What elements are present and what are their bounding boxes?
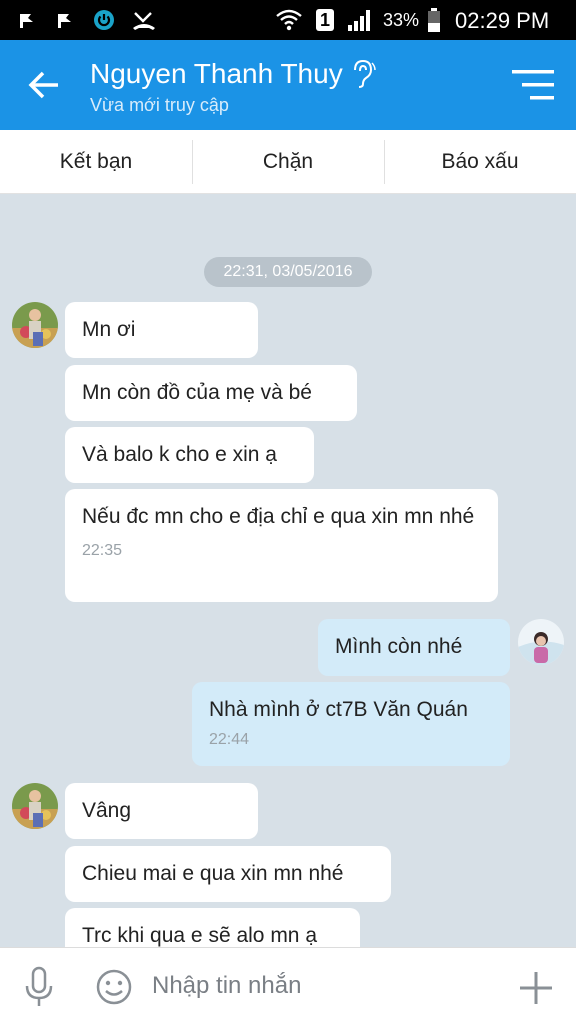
- message-bubble-incoming[interactable]: Mn còn đồ của mẹ và bé: [65, 365, 357, 421]
- message-text: Nhà mình ở ct7B Văn Quán: [209, 698, 468, 721]
- status-bar: 1 33% 02:29 PM: [0, 0, 576, 40]
- battery-percent: 33%: [383, 10, 420, 30]
- battery-icon: [426, 8, 442, 32]
- message-text: Nếu đc mn cho e địa chỉ e qua xin mn nhé: [82, 505, 475, 528]
- message-bubble-outgoing[interactable]: Mình còn nhé: [318, 619, 510, 676]
- message-list[interactable]: 22:31, 03/05/2016 Mn ơi Mn còn đồ của mẹ…: [0, 195, 576, 947]
- menu-button[interactable]: [512, 68, 558, 102]
- message-bubble-incoming[interactable]: Mn ơi: [65, 302, 258, 358]
- signal-icon: [346, 8, 374, 32]
- plus-icon: [520, 972, 552, 1004]
- clock: 02:29 PM: [455, 8, 550, 33]
- message-bubble-incoming[interactable]: Chieu mai e qua xin mn nhé: [65, 846, 391, 902]
- user-avatar[interactable]: [518, 619, 564, 665]
- power-icon: [91, 8, 117, 32]
- message-input[interactable]: [152, 962, 482, 1010]
- add-friend-button[interactable]: Kết bạn: [0, 130, 192, 193]
- missed-call-icon: [130, 8, 158, 32]
- message-text: Vâng: [82, 799, 132, 822]
- date-badge: 22:31, 03/05/2016: [204, 257, 372, 287]
- wifi-icon: [274, 8, 304, 32]
- report-button[interactable]: Báo xấu: [384, 130, 576, 193]
- message-time: 22:35: [82, 542, 123, 559]
- last-seen-status: Vừa mới truy cập: [90, 95, 229, 115]
- contact-actions: Kết bạn Chặn Báo xấu: [0, 130, 576, 194]
- microphone-button[interactable]: [22, 966, 56, 1008]
- message-composer: [0, 947, 576, 1024]
- sim-slot-label: 1: [319, 10, 330, 30]
- emoji-button[interactable]: [95, 968, 133, 1006]
- message-text: Mình còn nhé: [335, 635, 463, 658]
- message-bubble-incoming[interactable]: Nếu đc mn cho e địa chỉ e qua xin mn nhé…: [65, 489, 498, 602]
- message-text: Chieu mai e qua xin mn nhé: [82, 862, 344, 885]
- message-bubble-incoming[interactable]: Và balo k cho e xin ạ: [65, 427, 314, 483]
- message-text: Và balo k cho e xin ạ: [82, 443, 277, 466]
- message-text: Mn ơi: [82, 318, 136, 341]
- menu-icon: [512, 70, 554, 100]
- emoji-icon: [96, 969, 132, 1005]
- message-text: Mn còn đồ của mẹ và bé: [82, 381, 312, 404]
- notification-icon: [54, 8, 76, 32]
- message-text: Trc khi qua e sẽ alo mn ạ: [82, 924, 317, 947]
- block-button[interactable]: Chặn: [192, 130, 384, 193]
- message-bubble-incoming[interactable]: Vâng: [65, 783, 258, 839]
- ear-icon: [350, 58, 376, 88]
- attach-button[interactable]: [516, 968, 556, 1008]
- microphone-icon: [25, 966, 53, 1006]
- app-bar: Nguyen Thanh Thuy Vừa mới truy cập: [0, 40, 576, 130]
- notification-icon: [16, 8, 38, 32]
- message-bubble-outgoing[interactable]: Nhà mình ở ct7B Văn Quán 22:44: [192, 682, 510, 766]
- back-arrow-icon: [28, 71, 58, 99]
- message-bubble-incoming[interactable]: Trc khi qua e sẽ alo mn ạ: [65, 908, 360, 947]
- back-button[interactable]: [20, 64, 68, 106]
- sim-icon: 1: [314, 8, 336, 32]
- message-time: 22:44: [209, 731, 250, 748]
- contact-avatar[interactable]: [12, 302, 58, 348]
- contact-name[interactable]: Nguyen Thanh Thuy: [90, 58, 343, 90]
- contact-avatar[interactable]: [12, 783, 58, 829]
